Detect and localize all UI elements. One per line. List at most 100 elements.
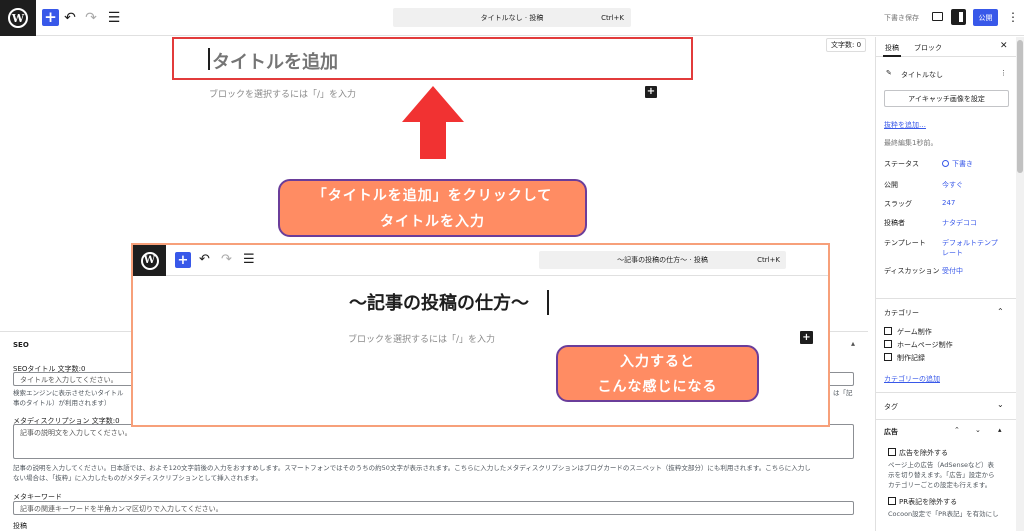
discussion-label: ディスカッション (884, 267, 940, 275)
template-value-2[interactable]: レート (942, 248, 963, 258)
ads-help-2: 示を切り替えます。「広告」設定から (888, 471, 995, 479)
divider (876, 392, 1016, 393)
status-value[interactable]: 下書き (942, 159, 973, 169)
close-icon[interactable]: ✕ (1000, 41, 1008, 51)
undo-icon[interactable]: ↶ (63, 9, 77, 26)
categories-heading[interactable]: カテゴリー (884, 308, 919, 318)
red-up-arrow (402, 86, 464, 159)
redo-icon: ↷ (221, 252, 232, 267)
ads-help-1: ページ上の広告（AdSenseなど）表 (888, 461, 994, 469)
example-command-text: 〜記事の投稿の仕方〜 · 投稿 (617, 256, 708, 264)
command-text: タイトルなし · 投稿 (480, 13, 544, 22)
ads-heading[interactable]: 広告 (884, 427, 898, 437)
example-block-add: + (800, 331, 813, 344)
publish-label: 公開 (884, 181, 898, 189)
command-shortcut: Ctrl+K (601, 14, 624, 22)
settings-panel-icon[interactable] (951, 9, 966, 25)
callout-line-1: 「タイトルを追加」をクリックして (312, 188, 553, 204)
redo-icon[interactable]: ↷ (84, 9, 98, 26)
preview-icon[interactable] (932, 12, 943, 21)
undo-icon: ↶ (199, 252, 210, 267)
add-excerpt-link[interactable]: 抜粋を追加… (884, 120, 926, 130)
text-caret (547, 290, 549, 315)
tab-block[interactable]: ブロック (914, 43, 942, 53)
seo-title-help-2: 事のタイトル）が利用されます） (13, 399, 111, 407)
meta-description-help-2: ない場合は、「抜粋」に入力したものがメタディスクリプションとして挿入されます。 (13, 474, 262, 482)
category-checkbox[interactable] (884, 340, 892, 348)
chevron-down-icon[interactable]: ⌄ (997, 400, 1004, 409)
pen-icon: ✎ (886, 69, 892, 77)
example-post-title: 〜記事の投稿の仕方〜 (349, 293, 529, 314)
chevron-up-icon[interactable]: ⌃ (997, 307, 1004, 316)
meta-description-field[interactable]: 記事の説明文を入力してください。 (13, 424, 854, 459)
post-footer-label: 投稿 (13, 522, 27, 530)
document-overview-icon[interactable]: ☰ (107, 9, 121, 26)
post-actions-icon[interactable]: ⋮ (1000, 69, 1007, 77)
word-count-badge: 文字数: 0 (826, 38, 867, 52)
wordpress-logo[interactable]: W (0, 0, 36, 36)
block-add-button[interactable]: + (645, 86, 657, 98)
category-checkbox[interactable] (884, 353, 892, 361)
featured-image-button[interactable]: アイキャッチ画像を設定 (884, 90, 1009, 107)
text-caret (208, 48, 210, 70)
seo-collapse-icon[interactable]: ▴ (851, 339, 855, 348)
tags-heading[interactable]: タグ (884, 402, 898, 412)
slug-value[interactable]: 247 (942, 199, 955, 207)
sidebar-tabs: 投稿 ブロック ✕ (876, 37, 1016, 57)
meta-keyword-input[interactable]: 記事の関連キーワードを半角カンマ区切りで入力してください。 (13, 501, 854, 515)
ads-exclude-label: 広告を除外する (899, 449, 948, 457)
callout-line-2: タイトルを入力 (380, 214, 485, 230)
wordpress-icon: W (8, 8, 28, 28)
category-checkbox[interactable] (884, 327, 892, 335)
last-edited-text: 最終編集1秒前。 (884, 139, 938, 147)
template-label: テンプレート (884, 239, 926, 247)
seo-title-help-right: は「記 (833, 389, 853, 397)
block-inserter-button[interactable]: + (42, 9, 59, 26)
settings-sidebar: 投稿 ブロック ✕ ✎ タイトルなし ⋮ アイキャッチ画像を設定 抜粋を追加… … (875, 37, 1016, 531)
save-draft-button[interactable]: 下書き保存 (884, 13, 919, 23)
category-label: ホームページ制作 (897, 341, 953, 349)
discussion-value[interactable]: 受付中 (942, 266, 963, 276)
move-down-icon[interactable]: ⌄ (975, 426, 981, 434)
category-label: ゲーム制作 (897, 328, 932, 336)
draft-status-icon (942, 160, 949, 167)
example-wordpress-logo: W (133, 245, 166, 276)
instruction-callout: 「タイトルを追加」をクリックして タイトルを入力 (278, 179, 587, 237)
wordpress-icon: W (140, 251, 159, 270)
options-menu-icon[interactable]: ⋮ (1007, 10, 1019, 24)
collapse-icon[interactable]: ▴ (998, 426, 1002, 434)
document-overview-icon: ☰ (243, 252, 255, 267)
editor-toolbar: W + ↶ ↷ ☰ タイトルなし · 投稿 Ctrl+K 下書き保存 公開 ⋮ (0, 0, 1024, 36)
example-block-hint: ブロックを選択するには「/」を入力 (348, 335, 496, 345)
example-command-bar: 〜記事の投稿の仕方〜 · 投稿 Ctrl+K (539, 251, 786, 269)
pr-exclude-checkbox[interactable] (888, 497, 896, 505)
example-command-shortcut: Ctrl+K (757, 256, 780, 264)
publish-value[interactable]: 今すぐ (942, 180, 963, 190)
status-label: ステータス (884, 160, 919, 168)
ads-exclude-checkbox[interactable] (888, 448, 896, 456)
divider (876, 419, 1016, 420)
callout-line-2: こんな感じになる (597, 379, 718, 395)
post-title-field[interactable]: タイトルを追加 (172, 37, 693, 80)
move-up-icon[interactable]: ⌃ (954, 426, 960, 434)
slug-label: スラッグ (884, 200, 912, 208)
title-placeholder: タイトルを追加 (212, 52, 338, 73)
block-hint-text[interactable]: ブロックを選択するには「/」を入力 (209, 87, 356, 100)
pr-help: Cocoon設定で「PR表記」を有効にし (888, 510, 999, 518)
tab-post[interactable]: 投稿 (883, 43, 901, 57)
template-value[interactable]: デフォルトテンプ (942, 238, 998, 248)
divider (876, 298, 1016, 299)
command-palette-button[interactable]: タイトルなし · 投稿 Ctrl+K (393, 8, 631, 27)
publish-button[interactable]: 公開 (973, 9, 998, 26)
example-inserter-button: + (175, 252, 191, 268)
seo-heading: SEO (13, 341, 29, 349)
author-label: 投稿者 (884, 219, 905, 227)
callout-line-1: 入力すると (620, 354, 695, 370)
author-value[interactable]: ナタデココ (942, 218, 977, 228)
category-label: 制作記録 (897, 354, 925, 362)
ads-help-3: カテゴリーごとの設定も行えます。 (888, 481, 992, 489)
add-category-link[interactable]: カテゴリーの追加 (884, 374, 940, 384)
sidebar-scrollbar[interactable] (1016, 37, 1024, 531)
pr-exclude-label: PR表記を除外する (899, 498, 958, 506)
post-title-summary: タイトルなし (901, 71, 943, 79)
